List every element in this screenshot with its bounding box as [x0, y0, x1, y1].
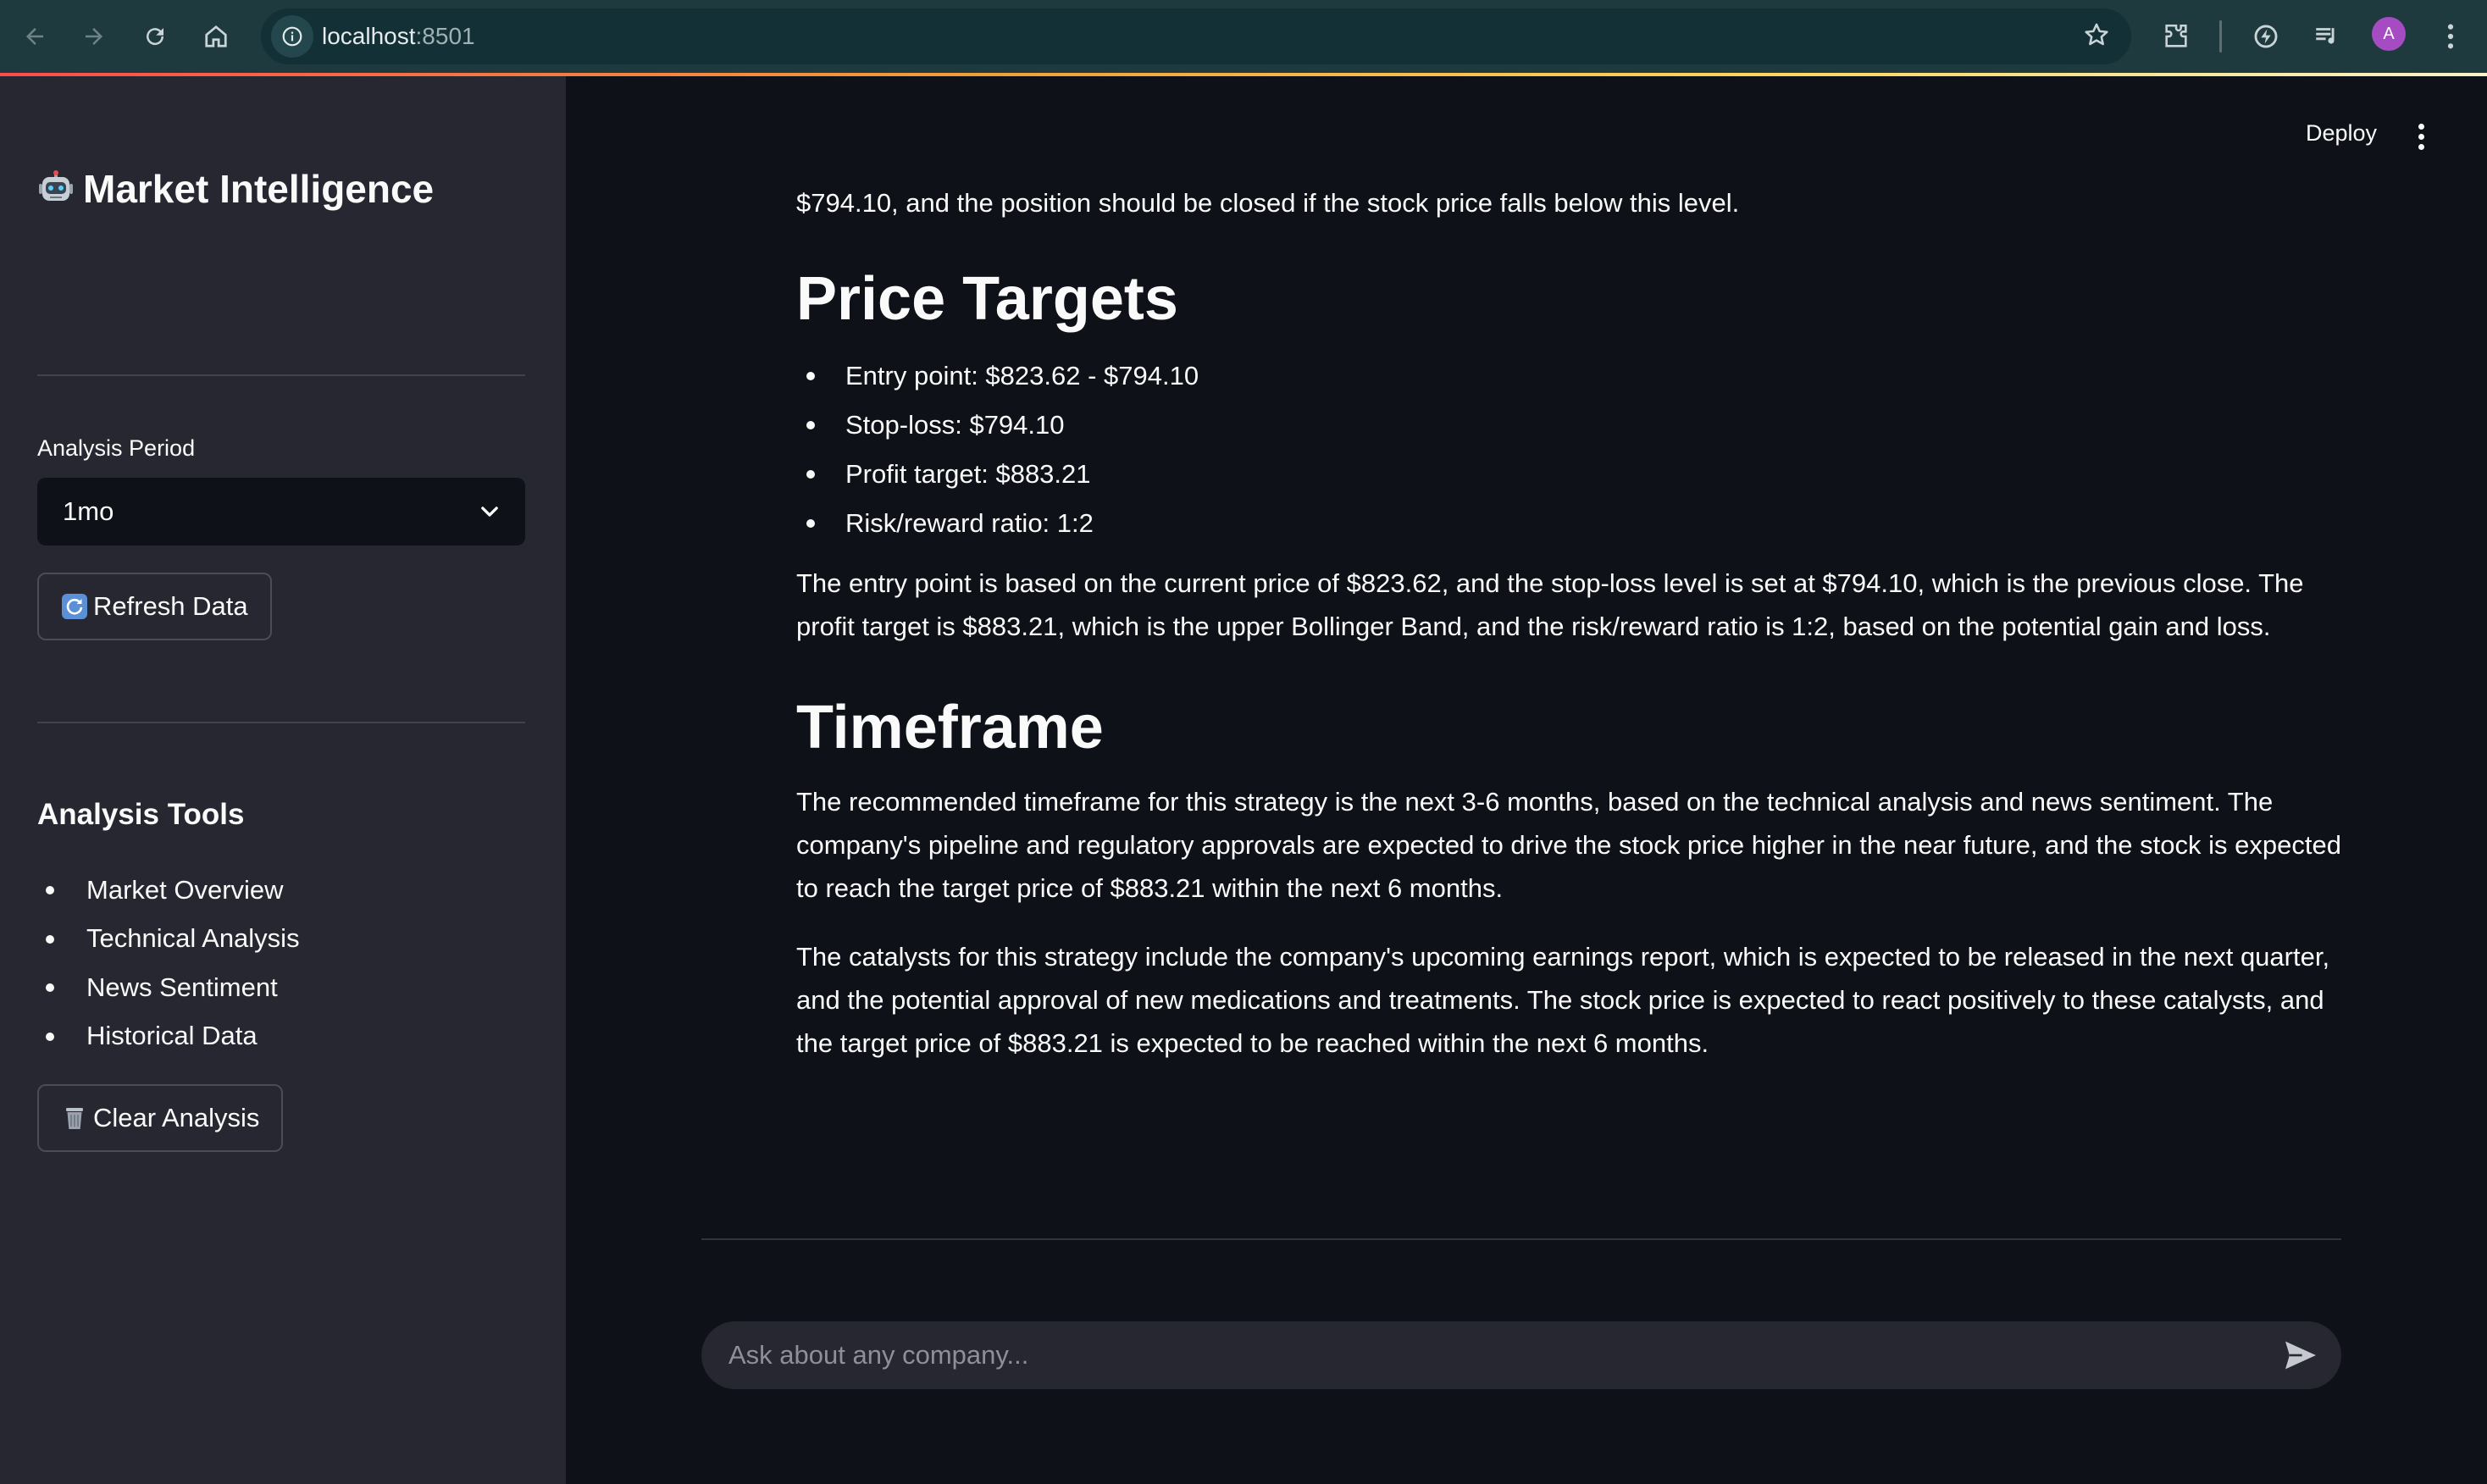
bullet-icon	[806, 519, 815, 528]
bullet-icon	[806, 372, 815, 380]
url-text: localhost:8501	[322, 23, 475, 50]
refresh-data-label: Refresh Data	[93, 591, 248, 621]
list-item: Historical Data	[37, 1012, 300, 1061]
app-title-text: Market Intelligence	[83, 167, 435, 211]
deploy-button[interactable]: Deploy	[2306, 120, 2377, 147]
timeframe-heading: Timeframe	[796, 694, 1104, 761]
list-item: Stop-loss: $794.10	[796, 401, 2343, 450]
main-menu-icon[interactable]	[2404, 115, 2438, 158]
sidebar-divider	[37, 722, 525, 723]
url-host: localhost	[322, 23, 416, 49]
browser-toolbar: localhost:8501 A	[0, 0, 2487, 73]
tool-label: Technical Analysis	[86, 923, 300, 954]
list-item: Profit target: $883.21	[796, 450, 2343, 499]
bullet-icon	[46, 983, 54, 992]
media-controls-icon[interactable]	[2306, 15, 2348, 58]
price-target-item: Profit target: $883.21	[845, 459, 1091, 489]
reload-icon[interactable]	[134, 15, 176, 58]
bullet-icon	[806, 421, 815, 429]
tool-label: Historical Data	[86, 1021, 258, 1051]
refresh-data-button[interactable]: Refresh Data	[37, 573, 272, 640]
back-icon[interactable]	[14, 15, 56, 58]
chevron-down-icon	[481, 507, 498, 517]
price-target-item: Risk/reward ratio: 1:2	[845, 508, 1094, 538]
toolbar-separator	[2219, 20, 2222, 53]
home-icon[interactable]	[195, 15, 237, 58]
send-icon[interactable]	[2284, 1340, 2318, 1370]
list-item: News Sentiment	[37, 963, 300, 1012]
forward-icon[interactable]	[73, 15, 115, 58]
price-targets-paragraph: The entry point is based on the current …	[796, 568, 2304, 641]
sidebar-divider	[37, 374, 525, 376]
list-item: Risk/reward ratio: 1:2	[796, 499, 2343, 548]
timeframe-paragraph: The recommended timeframe for this strat…	[796, 787, 2341, 903]
site-info-icon[interactable]	[271, 15, 313, 58]
list-item: Market Overview	[37, 866, 300, 915]
trash-icon	[66, 1108, 83, 1129]
analysis-tools-list: Market Overview Technical Analysis News …	[37, 866, 300, 1060]
profile-avatar[interactable]: A	[2372, 17, 2406, 51]
app-title: Market Intelligence	[37, 166, 434, 212]
tool-label: Market Overview	[86, 874, 284, 905]
timeframe-paragraph: The catalysts for this strategy include …	[796, 942, 2330, 1058]
list-item: Technical Analysis	[37, 915, 300, 964]
sidebar	[0, 76, 566, 1484]
robot-icon	[39, 170, 73, 201]
chat-input-container	[701, 1321, 2341, 1389]
analysis-period-label: Analysis Period	[37, 435, 196, 461]
analysis-report: $794.10, and the position should be clos…	[796, 181, 2343, 1065]
bookmark-star-icon[interactable]	[2082, 20, 2111, 54]
refresh-icon	[62, 594, 87, 619]
chat-input[interactable]	[728, 1321, 2236, 1389]
tool-label: News Sentiment	[86, 972, 278, 1002]
list-item: Entry point: $823.62 - $794.10	[796, 352, 2343, 401]
price-targets-list: Entry point: $823.62 - $794.10 Stop-loss…	[796, 352, 2343, 548]
browser-menu-icon[interactable]	[2429, 15, 2472, 58]
report-intro-text: $794.10, and the position should be clos…	[796, 188, 1740, 218]
bullet-icon	[806, 470, 815, 479]
extension-icon[interactable]	[2245, 15, 2287, 58]
price-target-item: Entry point: $823.62 - $794.10	[845, 361, 1199, 390]
bullet-icon	[46, 886, 54, 894]
clear-analysis-label: Clear Analysis	[93, 1103, 260, 1132]
bullet-icon	[46, 1032, 54, 1041]
url-port: :8501	[415, 23, 475, 49]
clear-analysis-button[interactable]: Clear Analysis	[37, 1084, 284, 1152]
address-bar[interactable]: localhost:8501	[261, 8, 2131, 64]
analysis-period-select[interactable]: 1mo	[37, 478, 525, 545]
bullet-icon	[46, 934, 54, 944]
analysis-period-value: 1mo	[63, 496, 114, 526]
chat-divider	[701, 1238, 2341, 1240]
analysis-tools-heading: Analysis Tools	[37, 798, 245, 831]
price-targets-heading: Price Targets	[796, 265, 1178, 333]
extensions-puzzle-icon[interactable]	[2155, 15, 2197, 58]
price-target-item: Stop-loss: $794.10	[845, 410, 1065, 440]
